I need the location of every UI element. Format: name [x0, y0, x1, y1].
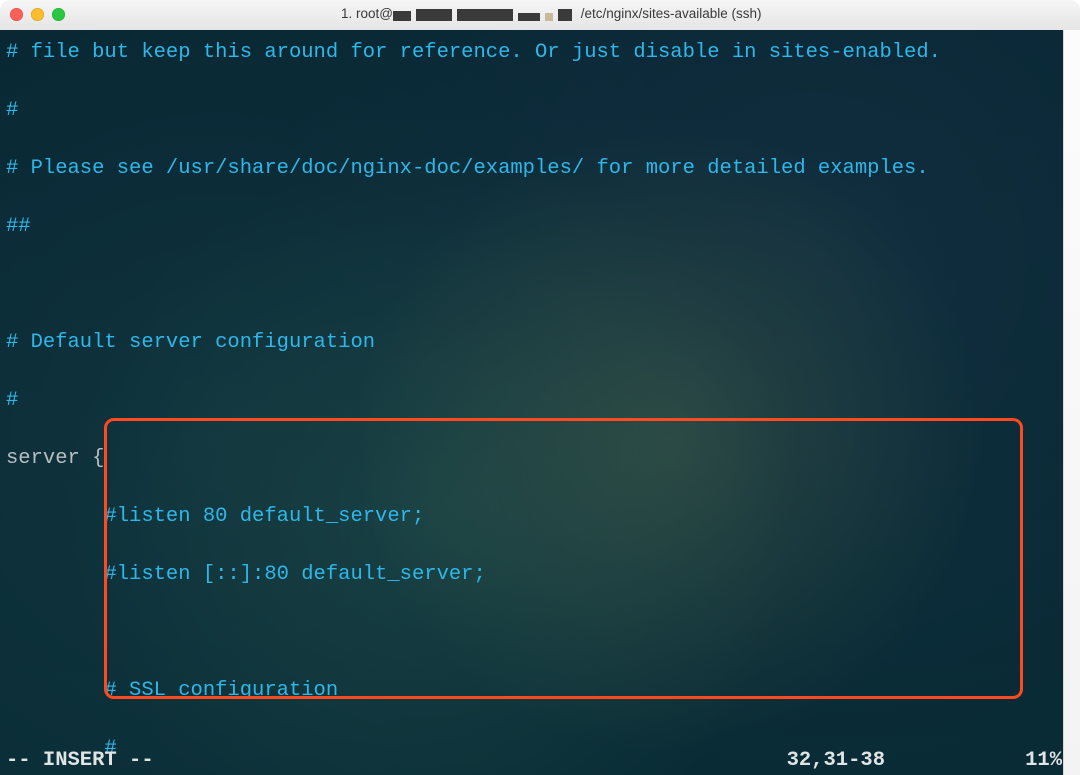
vim-status-line: -- INSERT -- 32,31-38 11% [0, 746, 1080, 775]
terminal-line: ## [6, 212, 1074, 241]
title-path: /etc/nginx/sites-available (ssh) [577, 6, 762, 21]
terminal-body[interactable]: # file but keep this around for referenc… [0, 30, 1080, 775]
terminal-line: # file but keep this around for referenc… [6, 38, 1074, 67]
terminal-line [6, 270, 1074, 299]
terminal-window: 1. root@ /etc/nginx/sites-available (ssh… [0, 0, 1080, 775]
terminal-line: # Please see /usr/share/doc/nginx-doc/ex… [6, 154, 1074, 183]
terminal-line: # [6, 96, 1074, 125]
terminal-text[interactable]: # file but keep this around for referenc… [0, 30, 1080, 775]
window-scrollbar[interactable] [1063, 30, 1080, 775]
window-controls [10, 8, 65, 21]
zoom-icon[interactable] [52, 8, 65, 21]
terminal-line [6, 618, 1074, 647]
terminal-line: #listen 80 default_server; [6, 502, 1074, 531]
window-titlebar: 1. root@ /etc/nginx/sites-available (ssh… [0, 0, 1080, 31]
terminal-line: # SSL configuration [6, 676, 1074, 705]
minimize-icon[interactable] [31, 8, 44, 21]
terminal-line: server { [6, 444, 1074, 473]
vim-mode: -- INSERT -- [6, 746, 154, 775]
title-prefix: 1. root@ [341, 6, 393, 21]
title-redacted-host [393, 9, 577, 24]
terminal-line: # [6, 386, 1074, 415]
terminal-line: #listen [::]:80 default_server; [6, 560, 1074, 589]
close-icon[interactable] [10, 8, 23, 21]
vim-cursor-position: 32,31-38 [787, 746, 885, 775]
terminal-line: # Default server configuration [6, 328, 1074, 357]
vim-scroll-percent: 11% [1025, 746, 1062, 775]
